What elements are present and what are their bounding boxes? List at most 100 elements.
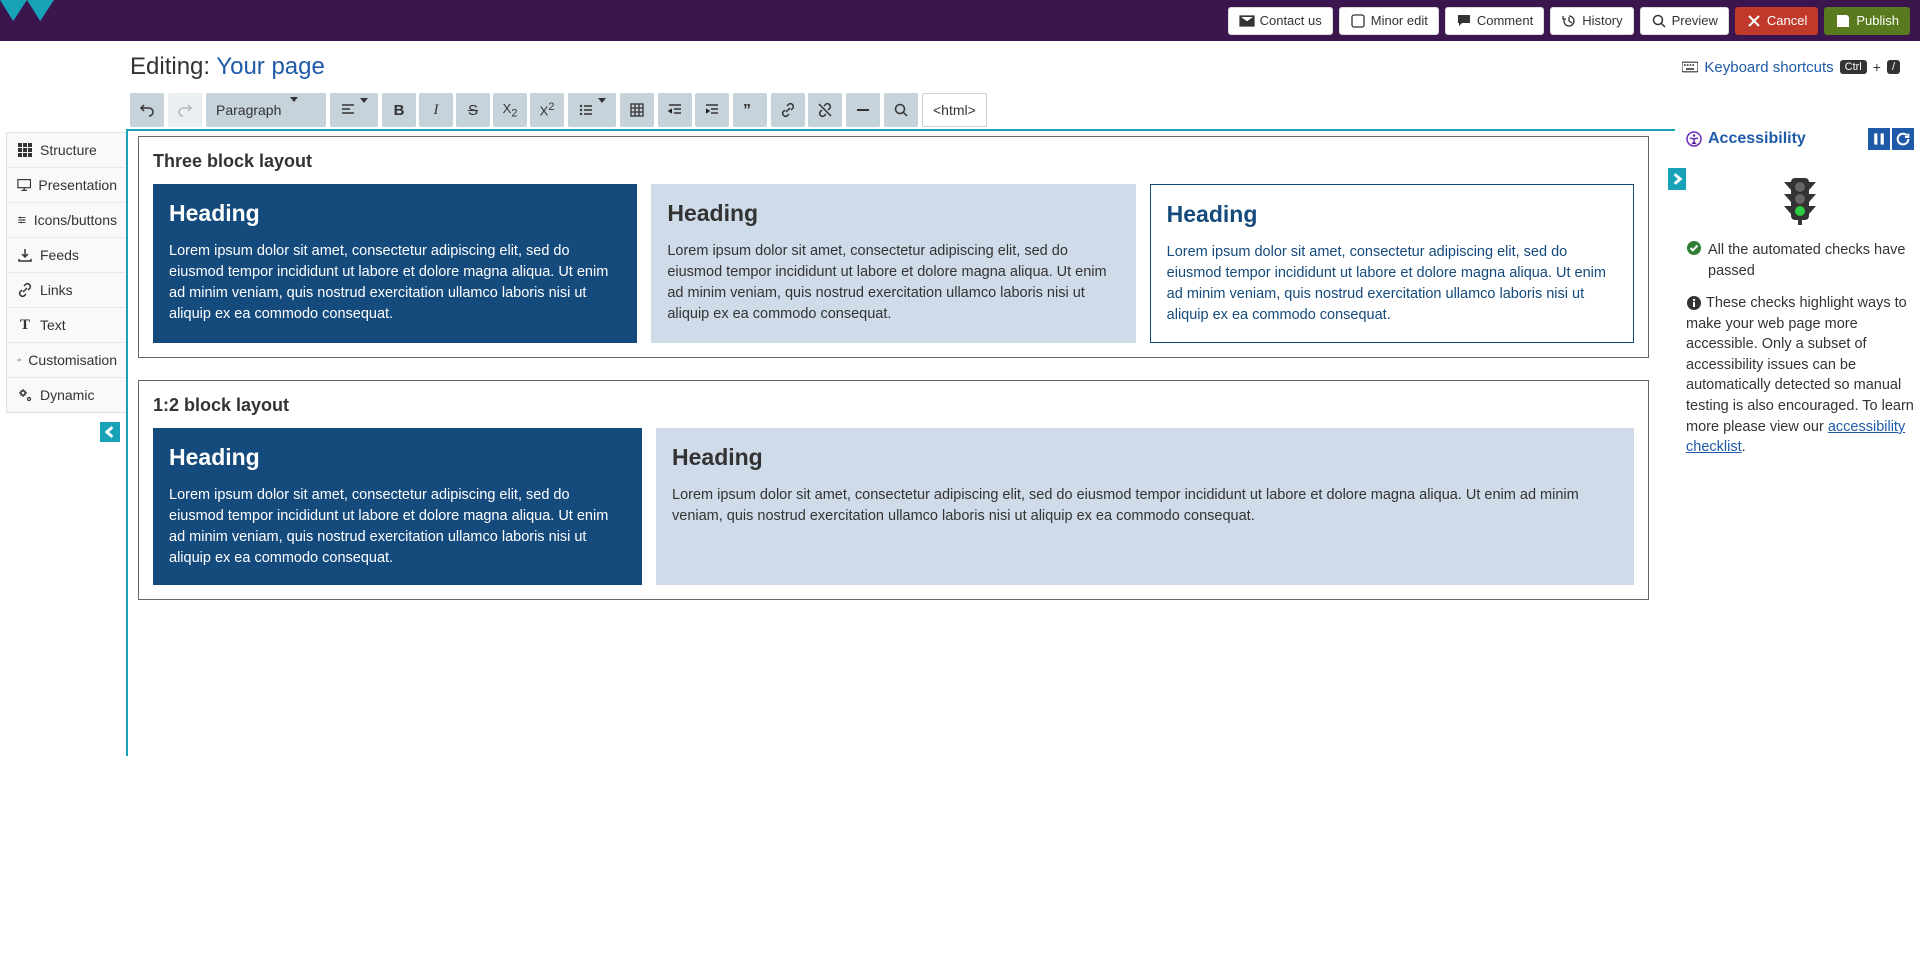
subscript-icon: X2	[502, 102, 518, 118]
table-button[interactable]	[620, 93, 654, 127]
keyboard-shortcuts: Keyboard shortcuts Ctrl + /	[1682, 59, 1900, 76]
accessibility-icon	[1686, 131, 1702, 147]
indent-button[interactable]	[695, 93, 729, 127]
app-logo	[0, 0, 54, 41]
list-select[interactable]	[568, 93, 616, 127]
sidebar-item-label: Icons/buttons	[34, 212, 117, 228]
cancel-label: Cancel	[1767, 13, 1807, 28]
cancel-button[interactable]: Cancel	[1735, 7, 1818, 35]
subscript-button[interactable]: X2	[493, 93, 527, 127]
sidebar-collapse-button[interactable]	[100, 422, 120, 442]
sidebar-item-icons-buttons[interactable]: Icons/buttons	[7, 203, 127, 238]
publish-label: Publish	[1856, 13, 1899, 28]
content-card[interactable]: Heading Lorem ipsum dolor sit amet, cons…	[1150, 184, 1634, 343]
shortcut-key-ctrl: Ctrl	[1840, 60, 1867, 74]
quote-icon: ”	[742, 102, 758, 118]
content-card[interactable]: Heading Lorem ipsum dolor sit amet, cons…	[153, 184, 637, 343]
shortcut-key-slash: /	[1887, 60, 1900, 74]
minor-edit-button[interactable]: Minor edit	[1339, 7, 1439, 35]
save-icon	[1835, 13, 1851, 29]
bullet-list-icon	[578, 102, 594, 118]
publish-button[interactable]: Publish	[1824, 7, 1910, 35]
card-heading: Heading	[169, 200, 621, 227]
editor-scroll[interactable]: Three block layout Heading Lorem ipsum d…	[138, 136, 1675, 756]
layout-12-block[interactable]: 1:2 block layout Heading Lorem ipsum dol…	[138, 380, 1649, 600]
sliders-icon	[17, 212, 27, 228]
sidebar-item-feeds[interactable]: Feeds	[7, 238, 127, 273]
paragraph-select-label: Paragraph	[216, 102, 281, 118]
redo-button[interactable]	[168, 93, 202, 127]
one-two-columns: Heading Lorem ipsum dolor sit amet, cons…	[153, 428, 1634, 585]
unlink-icon	[817, 102, 833, 118]
card-heading: Heading	[169, 444, 626, 471]
undo-button[interactable]	[130, 93, 164, 127]
preview-button[interactable]: Preview	[1640, 7, 1729, 35]
link-icon	[780, 102, 796, 118]
find-button[interactable]	[884, 93, 918, 127]
card-text: Lorem ipsum dolor sit amet, consectetur …	[169, 241, 621, 325]
shortcuts-link[interactable]: Keyboard shortcuts	[1704, 59, 1833, 76]
contact-us-button[interactable]: Contact us	[1228, 7, 1333, 35]
layout-three-block[interactable]: Three block layout Heading Lorem ipsum d…	[138, 136, 1649, 358]
minor-edit-label: Minor edit	[1371, 13, 1428, 28]
envelope-icon	[1239, 13, 1255, 29]
accessibility-header: Accessibility	[1686, 128, 1914, 150]
link-button[interactable]	[771, 93, 805, 127]
hr-button[interactable]	[846, 93, 880, 127]
align-select[interactable]	[330, 93, 378, 127]
import-icon	[17, 247, 33, 263]
history-label: History	[1582, 13, 1622, 28]
link-icon	[17, 282, 33, 298]
superscript-icon: X2	[539, 102, 555, 118]
minus-icon	[855, 102, 871, 118]
unlink-button[interactable]	[808, 93, 842, 127]
card-text: Lorem ipsum dolor sit amet, consectetur …	[667, 241, 1119, 325]
undo-icon	[139, 102, 155, 118]
sidebar-item-text[interactable]: TText	[7, 308, 127, 343]
accessibility-info-text: These checks highlight ways to make your…	[1686, 295, 1914, 434]
search-icon	[1651, 13, 1667, 29]
page-title-link[interactable]: Your page	[216, 53, 325, 80]
comment-button[interactable]: Comment	[1445, 7, 1544, 35]
outdent-button[interactable]	[658, 93, 692, 127]
strike-button[interactable]: S	[456, 93, 490, 127]
presentation-icon	[17, 177, 31, 193]
card-heading: Heading	[667, 200, 1119, 227]
svg-text:”: ”	[743, 102, 751, 118]
redo-icon	[177, 102, 193, 118]
shortcut-plus: +	[1873, 59, 1881, 75]
accessibility-pause-button[interactable]	[1868, 128, 1890, 150]
sidebar-item-structure[interactable]: Structure	[7, 133, 127, 168]
checks-passed-text: All the automated checks have passed	[1708, 240, 1914, 281]
refresh-icon	[1895, 131, 1911, 147]
sidebar-item-label: Presentation	[38, 177, 117, 193]
history-button[interactable]: History	[1550, 7, 1633, 35]
sidebar-item-customisation[interactable]: Customisation	[7, 343, 127, 378]
content-card[interactable]: Heading Lorem ipsum dolor sit amet, cons…	[656, 428, 1634, 585]
sidebar-item-label: Customisation	[28, 352, 117, 368]
html-source-button[interactable]: <html>	[922, 93, 987, 127]
sidebar-item-dynamic[interactable]: Dynamic	[7, 378, 127, 412]
insert-sidebar: Structure Presentation Icons/buttons Fee…	[6, 132, 128, 413]
accessibility-refresh-button[interactable]	[1892, 128, 1914, 150]
comment-label: Comment	[1477, 13, 1533, 28]
sidebar-item-label: Links	[40, 282, 73, 298]
table-icon	[629, 102, 645, 118]
sidebar-item-presentation[interactable]: Presentation	[7, 168, 127, 203]
superscript-button[interactable]: X2	[530, 93, 564, 127]
content-card[interactable]: Heading Lorem ipsum dolor sit amet, cons…	[153, 428, 642, 585]
contact-us-label: Contact us	[1260, 13, 1322, 28]
traffic-light-icon	[1778, 176, 1822, 226]
paragraph-style-select[interactable]: Paragraph	[206, 93, 326, 127]
blockquote-button[interactable]: ”	[733, 93, 767, 127]
topbar: Contact us Minor edit Comment History Pr…	[0, 0, 1920, 41]
three-columns: Heading Lorem ipsum dolor sit amet, cons…	[153, 184, 1634, 343]
sidebar-item-links[interactable]: Links	[7, 273, 127, 308]
accessibility-collapse-button[interactable]	[1668, 168, 1686, 190]
italic-button[interactable]: I	[419, 93, 453, 127]
layout-title: 1:2 block layout	[153, 395, 1634, 416]
bold-button[interactable]: B	[382, 93, 416, 127]
content-card[interactable]: Heading Lorem ipsum dolor sit amet, cons…	[651, 184, 1135, 343]
editor-toolbar: Paragraph B I S X2 X2 ” <html>	[130, 93, 1900, 129]
card-text: Lorem ipsum dolor sit amet, consectetur …	[1167, 242, 1617, 326]
